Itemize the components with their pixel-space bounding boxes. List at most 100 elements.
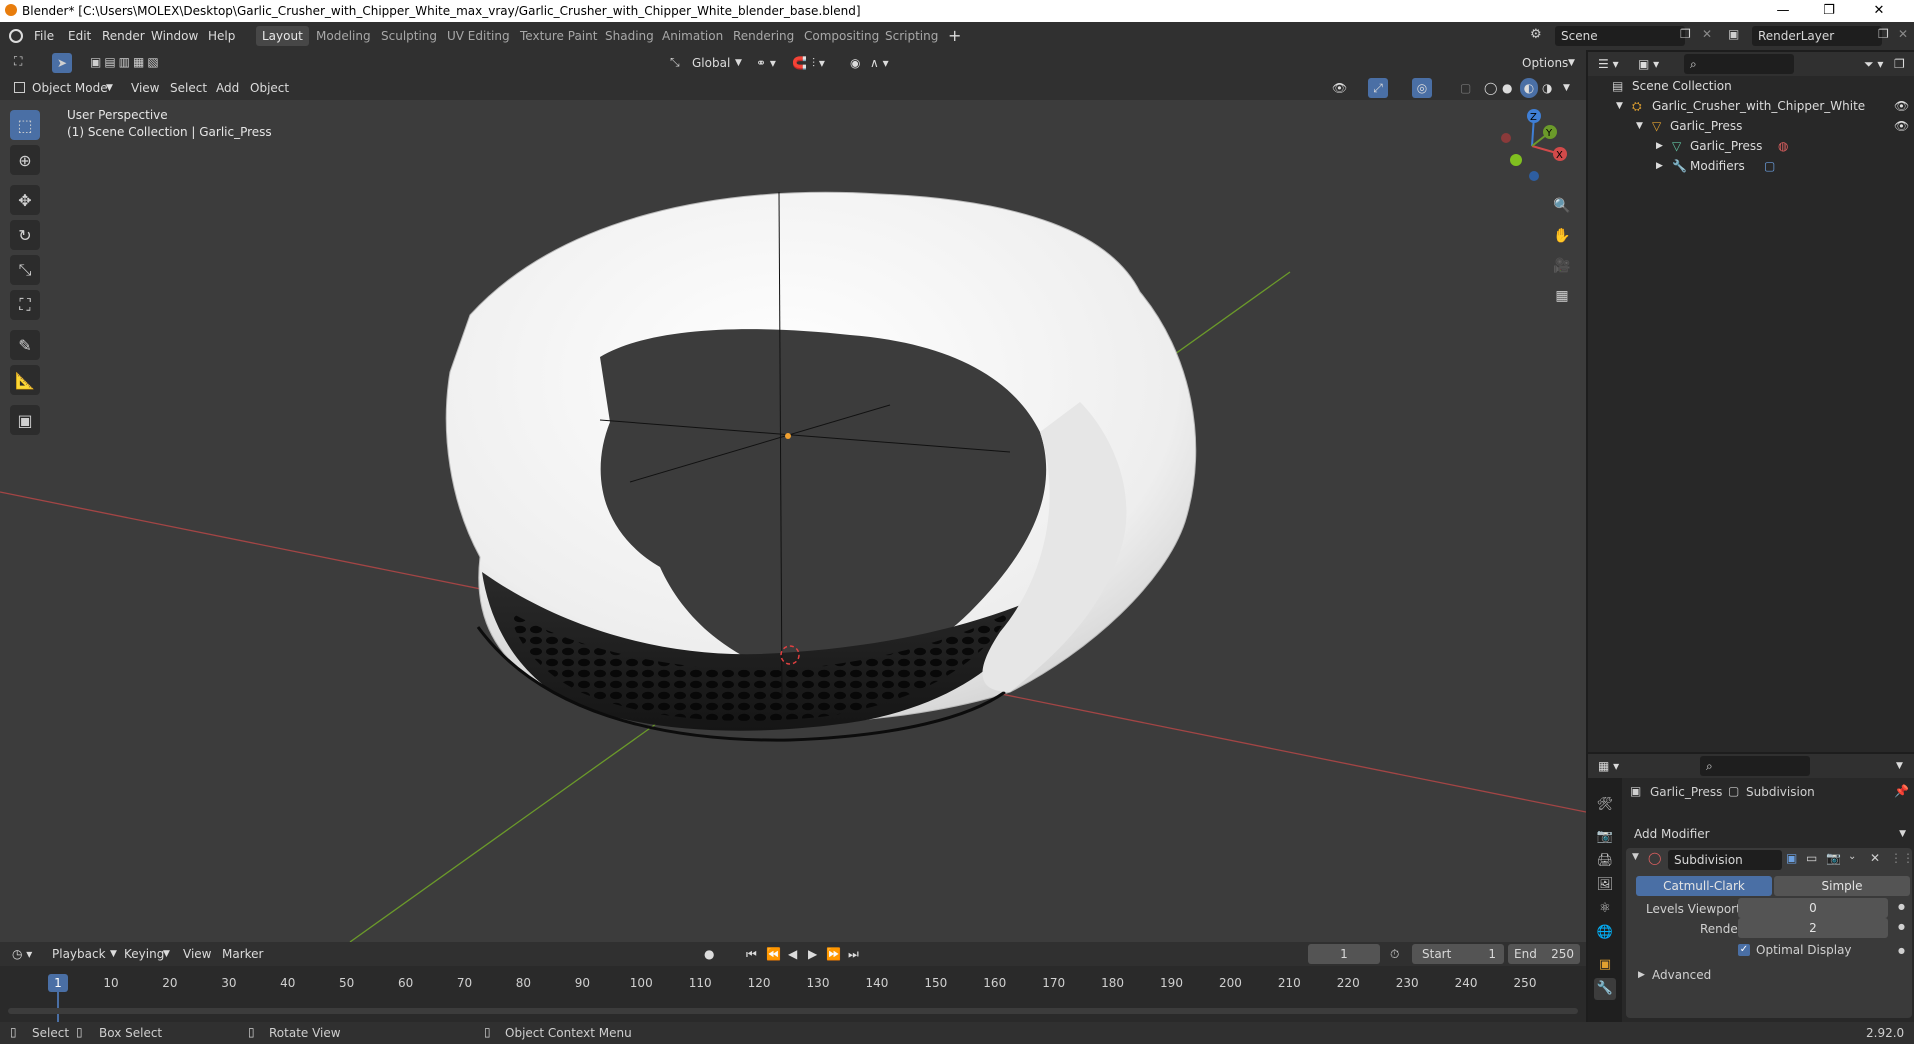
output-tab-icon[interactable]: 🖨 bbox=[1594, 850, 1616, 872]
menu-object[interactable]: Object bbox=[250, 78, 289, 98]
optimal-display-checkbox[interactable]: ✓ bbox=[1738, 944, 1750, 956]
menu-window[interactable]: Window bbox=[151, 29, 198, 43]
keyframe-dot-icon[interactable]: ● bbox=[1898, 922, 1905, 931]
falloff-icon[interactable]: ∧ ▾ bbox=[870, 53, 889, 73]
world-tab-icon[interactable]: 🌐 bbox=[1594, 922, 1616, 944]
scene-field[interactable]: Scene bbox=[1555, 26, 1685, 46]
new-renderlayer-icon[interactable]: ❐ bbox=[1878, 27, 1889, 41]
tab-scripting[interactable]: Scripting bbox=[879, 26, 944, 46]
renderlayer-field[interactable]: RenderLayer bbox=[1752, 26, 1882, 46]
xray-icon[interactable]: ▢ bbox=[1460, 78, 1471, 98]
scale-tool-icon[interactable]: ⤡ bbox=[10, 255, 40, 285]
outliner-item-collection[interactable]: ▼ ⛭ Garlic_Crusher_with_Chipper_White 👁 bbox=[1588, 96, 1914, 116]
tab-animation[interactable]: Animation bbox=[656, 26, 729, 46]
select-box-tool-icon[interactable]: ⬚ bbox=[10, 110, 40, 140]
tab-uv-editing[interactable]: UV Editing bbox=[441, 26, 516, 46]
properties-options-icon[interactable]: ▼ bbox=[1896, 756, 1903, 776]
menu-file[interactable]: File bbox=[34, 29, 54, 43]
menu-help[interactable]: Help bbox=[208, 29, 235, 43]
expand-arrow-icon[interactable]: ▶ bbox=[1656, 156, 1663, 176]
expand-arrow-icon[interactable]: ▼ bbox=[1636, 116, 1643, 136]
delete-scene-icon[interactable]: ✕ bbox=[1702, 27, 1712, 41]
outliner-item-modifiers[interactable]: ▶ 🔧 Modifiers ▢ bbox=[1588, 156, 1914, 176]
chevron-down-icon[interactable]: ▼ bbox=[106, 78, 113, 98]
renderlayer-icon[interactable]: ▣ bbox=[1728, 27, 1739, 41]
outliner-search-input[interactable]: ⌕ bbox=[1684, 54, 1794, 74]
3d-viewport[interactable]: ▦ Object Mode ▼ View Select Add Object 👁… bbox=[0, 52, 1586, 942]
render-tab-icon[interactable]: 📷 bbox=[1594, 826, 1616, 848]
properties-search-input[interactable]: ⌕ bbox=[1700, 756, 1810, 776]
new-scene-icon[interactable]: ❐ bbox=[1680, 27, 1691, 41]
menu-add[interactable]: Add bbox=[216, 78, 239, 98]
tab-layout[interactable]: Layout bbox=[256, 26, 309, 46]
scene-icon[interactable]: ⚙ bbox=[1530, 27, 1542, 42]
active-tool-icon[interactable]: ➤ bbox=[52, 53, 72, 73]
camera-view-icon[interactable]: 🎥 bbox=[1550, 254, 1574, 278]
measure-tool-icon[interactable]: 📐 bbox=[10, 365, 40, 395]
menu-view[interactable]: View bbox=[131, 78, 159, 98]
eye-icon[interactable]: 👁 bbox=[1894, 96, 1909, 116]
rotate-tool-icon[interactable]: ↻ bbox=[10, 220, 40, 250]
shading-options-icon[interactable]: ▼ bbox=[1563, 78, 1570, 98]
tab-shading[interactable]: Shading bbox=[599, 26, 660, 46]
modifier-tab-icon[interactable]: 🔧 bbox=[1594, 978, 1616, 1000]
ortho-toggle-icon[interactable]: ▦ bbox=[1550, 284, 1574, 308]
expand-arrow-icon[interactable]: ▼ bbox=[1616, 96, 1623, 116]
chevron-down-icon[interactable]: ▼ bbox=[1568, 53, 1575, 73]
display-mode-icon[interactable]: ▣ ▾ bbox=[1638, 54, 1659, 74]
tool-settings-icon[interactable]: ⛶ bbox=[14, 54, 22, 69]
tab-modeling[interactable]: Modeling bbox=[310, 26, 377, 46]
blender-menu-icon[interactable] bbox=[9, 29, 23, 43]
modifier-menu-icon[interactable]: ⌄ bbox=[1848, 851, 1856, 862]
edit-mode-toggle-icon[interactable]: ▣ bbox=[1786, 851, 1797, 865]
timeline-scrollbar[interactable] bbox=[8, 1008, 1578, 1014]
remove-modifier-icon[interactable]: ✕ bbox=[1870, 851, 1880, 865]
annotate-tool-icon[interactable]: ✎ bbox=[10, 330, 40, 360]
collapse-arrow-icon[interactable]: ▼ bbox=[1632, 852, 1639, 862]
move-tool-icon[interactable]: ✥ bbox=[10, 185, 40, 215]
solid-shading-icon[interactable]: ● bbox=[1502, 78, 1512, 98]
advanced-subpanel-label[interactable]: Advanced bbox=[1652, 968, 1711, 982]
expand-arrow-icon[interactable]: ▶ bbox=[1656, 136, 1663, 156]
view-layer-tab-icon[interactable]: 🖼 bbox=[1594, 874, 1616, 896]
keyframe-dot-icon[interactable]: ● bbox=[1898, 902, 1905, 911]
menu-render[interactable]: Render bbox=[102, 29, 145, 43]
object-origin[interactable] bbox=[785, 433, 791, 439]
timeline-ruler[interactable]: 10 20 30 40 50 60 70 80 90 100 110 120 130 140 150 160 1… bbox=[0, 942, 1586, 998]
pan-icon[interactable]: ✋ bbox=[1550, 224, 1574, 248]
minimize-button[interactable]: — bbox=[1760, 0, 1806, 22]
outliner-scene-collection[interactable]: ▤ Scene Collection bbox=[1588, 76, 1914, 96]
pin-icon[interactable]: 📌 bbox=[1894, 784, 1909, 798]
outliner-item-mesh[interactable]: ▶ ▽ Garlic_Press ◍ bbox=[1588, 136, 1914, 156]
outliner-editor-type-icon[interactable]: ☰ ▾ bbox=[1598, 54, 1619, 74]
keyframe-dot-icon[interactable]: ● bbox=[1898, 946, 1905, 955]
delete-renderlayer-icon[interactable]: ✕ bbox=[1898, 27, 1908, 41]
pivot-point-icon[interactable]: ⚭ ▾ bbox=[756, 53, 776, 73]
expand-arrow-icon[interactable]: ▶ bbox=[1638, 970, 1645, 980]
overlay-toggle-icon[interactable]: ◎ bbox=[1412, 78, 1432, 98]
cursor-tool-icon[interactable]: ⊕ bbox=[10, 145, 40, 175]
new-collection-icon[interactable]: ❐ bbox=[1894, 54, 1905, 74]
tab-sculpting[interactable]: Sculpting bbox=[375, 26, 443, 46]
filter-icon[interactable]: ⏷ ▾ bbox=[1864, 54, 1883, 74]
garlic-press-model[interactable] bbox=[445, 191, 1197, 742]
menu-select[interactable]: Select bbox=[170, 78, 207, 98]
options-dropdown[interactable]: Options bbox=[1522, 53, 1568, 73]
properties-editor[interactable]: ▦ ▾ ⌕ ▼ 🛠 📷 🖨 🖼 ⚛ 🌐 ▣ 🔧 ▣ Garlic_Press ▢… bbox=[1588, 754, 1914, 1022]
transform-tool-icon[interactable]: ⛶ bbox=[10, 290, 40, 320]
snap-target-icon[interactable]: ⫶ ▾ bbox=[812, 53, 825, 73]
material-shading-icon[interactable]: ◐ bbox=[1520, 78, 1538, 98]
simple-button[interactable]: Simple bbox=[1774, 876, 1910, 896]
visibility-icon[interactable]: 👁 bbox=[1332, 78, 1347, 98]
orientation-icon[interactable]: ⤡ bbox=[670, 55, 680, 70]
maximize-button[interactable]: ❐ bbox=[1806, 0, 1852, 22]
levels-viewport-field[interactable]: 0 bbox=[1738, 898, 1888, 918]
tab-texture-paint[interactable]: Texture Paint bbox=[514, 26, 603, 46]
rendered-shading-icon[interactable]: ◑ bbox=[1542, 78, 1552, 98]
wireframe-shading-icon[interactable]: ◯ bbox=[1484, 78, 1497, 98]
viewport-toggle-icon[interactable]: ▭ bbox=[1806, 851, 1817, 865]
add-cube-tool-icon[interactable]: ▣ bbox=[10, 405, 40, 435]
proportional-edit-icon[interactable]: ◉ bbox=[850, 53, 860, 73]
snap-icon[interactable]: 🧲 bbox=[792, 53, 807, 73]
tab-compositing[interactable]: Compositing bbox=[798, 26, 885, 46]
